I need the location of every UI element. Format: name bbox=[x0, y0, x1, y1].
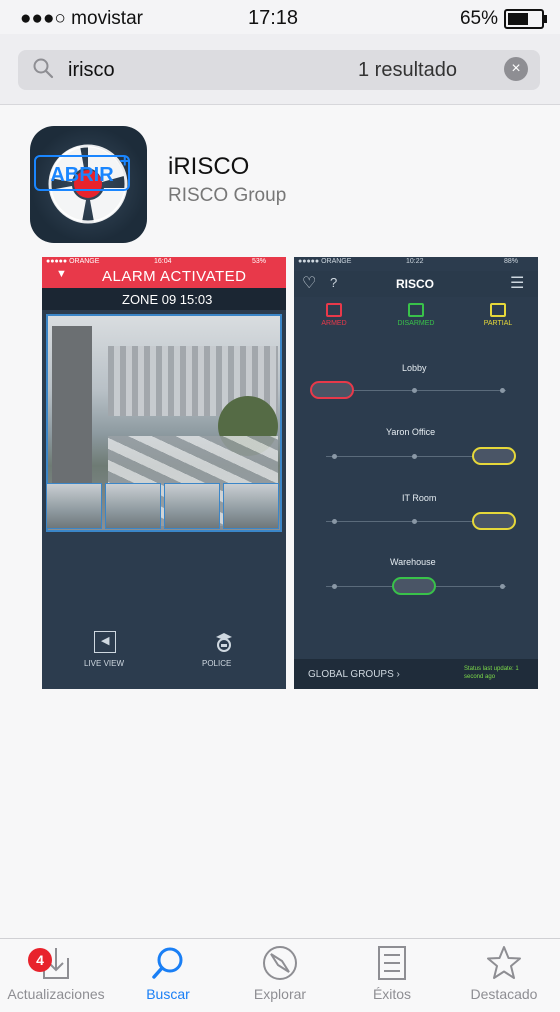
slider-dot bbox=[500, 388, 505, 393]
risco-logo-text: RISCO bbox=[396, 277, 435, 291]
alarm-text: ALARM ACTIVATED bbox=[102, 268, 247, 285]
tab-explore[interactable]: Explorar bbox=[224, 944, 336, 1006]
alarm-banner: ●●●●● ORANGE 16:04 53% ALARM ACTIVATED ▼ bbox=[42, 257, 286, 288]
search-icon bbox=[33, 58, 54, 79]
open-plus-icon: + bbox=[119, 151, 130, 171]
status-update-text: Status last update: 1 second ago bbox=[464, 666, 519, 680]
slider-thumb-armed[interactable] bbox=[310, 381, 354, 399]
police-label: POLICE bbox=[202, 659, 232, 668]
tab-label: Actualizaciones bbox=[7, 986, 105, 1002]
battery-indicator: 65% bbox=[459, 8, 547, 30]
tab-updates[interactable]: Actualizaciones bbox=[0, 944, 112, 1006]
camera-thumbnail[interactable] bbox=[164, 483, 220, 529]
mini-carrier: ●●●●● ORANGE bbox=[46, 258, 100, 265]
open-button-label: ABRIR bbox=[50, 164, 114, 186]
area-label-it-room: IT Room bbox=[402, 493, 437, 503]
tab-search[interactable]: Buscar bbox=[112, 944, 224, 1006]
area-label-warehouse: Warehouse bbox=[390, 557, 436, 567]
zone-text: ZONE 09 15:03 bbox=[122, 292, 213, 307]
help-icon: ? bbox=[330, 275, 338, 290]
camera-thumbnail[interactable] bbox=[105, 483, 161, 529]
live-view-label: LIVE VIEW bbox=[84, 659, 125, 668]
tab-label: Destacado bbox=[470, 986, 538, 1002]
slider-dot bbox=[412, 454, 417, 459]
mini-time: 10:22 bbox=[406, 258, 424, 265]
battery-percent: 65% bbox=[459, 8, 498, 29]
live-view-icon: ◀ bbox=[94, 631, 116, 653]
clear-search-icon[interactable]: × bbox=[504, 57, 528, 81]
app-developer: RISCO Group bbox=[168, 185, 287, 206]
area-label-office: Yaron Office bbox=[386, 427, 436, 437]
armed-lock-icon bbox=[326, 303, 342, 317]
battery-icon bbox=[504, 9, 547, 29]
screenshot-control[interactable]: ●●●●● ORANGE 10:22 88% ♡ ? ☰ RISCO PARTI… bbox=[294, 257, 538, 689]
list-icon bbox=[378, 946, 406, 980]
search-icon bbox=[152, 947, 183, 979]
search-result-count: 1 resultado bbox=[358, 59, 457, 81]
status-bar: ●●●○ movistar 17:18 65% bbox=[0, 0, 560, 34]
caret-down-icon: ▼ bbox=[56, 268, 67, 280]
global-groups-bar[interactable]: GLOBAL GROUPS › Status last update: 1 se… bbox=[294, 659, 538, 689]
mode-armed: ARMED bbox=[304, 303, 364, 343]
global-groups-label: GLOBAL GROUPS › bbox=[308, 669, 400, 680]
compass-icon bbox=[263, 946, 297, 980]
partial-lock-icon bbox=[490, 303, 506, 317]
menu-icon: ☰ bbox=[510, 275, 525, 292]
slider-thumb-partial[interactable] bbox=[472, 447, 516, 465]
camera-thumbnail[interactable] bbox=[223, 483, 279, 529]
police-icon bbox=[216, 633, 232, 652]
slider-dot bbox=[412, 519, 417, 524]
slider-dot bbox=[332, 584, 337, 589]
slider-dot bbox=[332, 454, 337, 459]
slider-dot bbox=[412, 388, 417, 393]
zone-bar: ZONE 09 15:03 bbox=[42, 288, 286, 310]
updates-badge: 4 bbox=[28, 948, 52, 972]
mode-label: DISARMED bbox=[397, 320, 435, 327]
search-query: irisco bbox=[68, 59, 115, 81]
clock: 17:18 bbox=[248, 7, 299, 29]
slider-thumb-partial[interactable] bbox=[472, 512, 516, 530]
disarmed-lock-icon bbox=[408, 303, 424, 317]
heart-icon: ♡ bbox=[302, 275, 317, 292]
mode-disarmed: DISARMED bbox=[386, 303, 446, 343]
tab-top-charts[interactable]: Éxitos bbox=[336, 944, 448, 1006]
mode-partial: PARTIAL bbox=[468, 303, 528, 343]
mini-battery: 88% bbox=[504, 258, 519, 265]
camera-thumbnail[interactable] bbox=[46, 483, 102, 529]
mini-time: 16:04 bbox=[154, 258, 172, 265]
carrier-label: ●●●○ movistar bbox=[20, 8, 143, 29]
mode-label: ARMED bbox=[321, 320, 347, 327]
mode-label: PARTIAL bbox=[483, 320, 513, 327]
star-icon bbox=[487, 946, 521, 979]
app-name: iRISCO bbox=[168, 153, 250, 180]
tab-label: Explorar bbox=[253, 986, 307, 1002]
tab-featured[interactable]: Destacado bbox=[448, 944, 560, 1006]
slider-dot bbox=[332, 519, 337, 524]
mini-status-bar: ●●●●● ORANGE 10:22 88% bbox=[294, 257, 538, 271]
screenshot-alarm[interactable]: ●●●●● ORANGE 16:04 53% ALARM ACTIVATED ▼… bbox=[42, 257, 286, 689]
tab-label: Éxitos bbox=[372, 986, 412, 1002]
mini-battery: 53% bbox=[252, 258, 267, 265]
mini-carrier: ●●●●● ORANGE bbox=[298, 258, 352, 265]
open-button[interactable]: ABRIR + bbox=[34, 151, 130, 191]
slider-thumb-disarmed[interactable] bbox=[392, 577, 436, 595]
tab-label: Buscar bbox=[146, 986, 190, 1002]
slider-dot bbox=[500, 584, 505, 589]
area-label-lobby: Lobby bbox=[402, 363, 427, 373]
